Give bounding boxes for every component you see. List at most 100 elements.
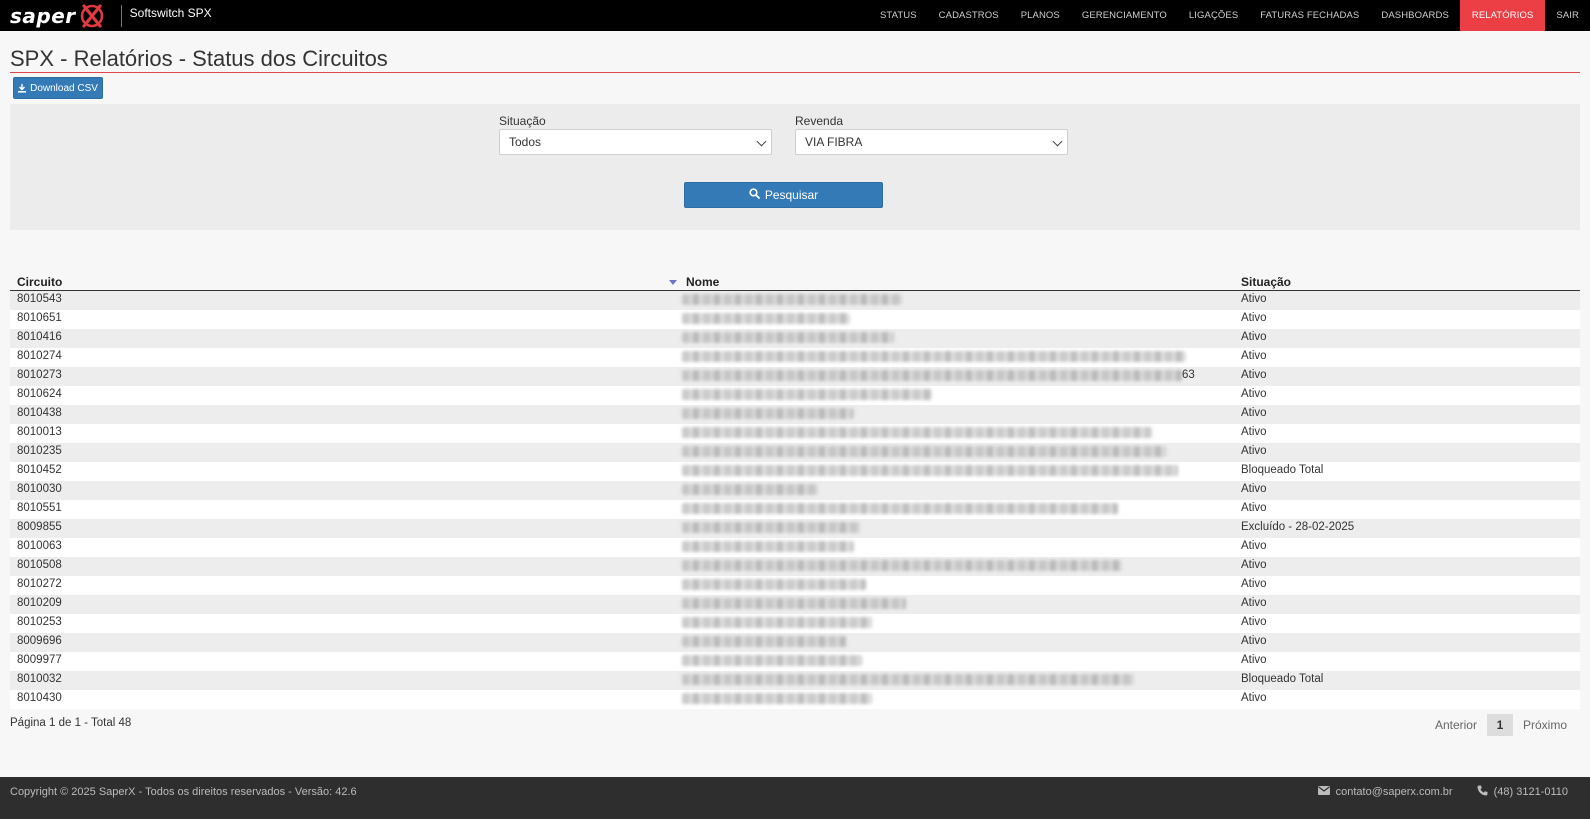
redacted-text <box>682 465 1178 476</box>
redacted-text <box>682 579 866 590</box>
cell-circuito: 8010013 <box>17 426 62 438</box>
nav-item-sair[interactable]: SAIR <box>1545 0 1590 31</box>
redacted-text <box>682 427 1152 438</box>
table-row[interactable]: 8010274 Ativo <box>10 348 1580 367</box>
nav-item-dashboards[interactable]: DASHBOARDS <box>1370 0 1460 31</box>
cell-nome-redacted <box>682 540 854 554</box>
nav-item-cadastros[interactable]: CADASTROS <box>928 0 1010 31</box>
table-row[interactable]: 8010235 Ativo <box>10 443 1580 462</box>
table-row[interactable]: 8010032 Bloqueado Total <box>10 671 1580 690</box>
cell-circuito: 8010624 <box>17 388 62 400</box>
cell-nome-redacted <box>682 426 1152 440</box>
logo-text: saper <box>10 3 76 28</box>
header-nome[interactable]: Nome <box>686 275 719 289</box>
cell-nome-redacted <box>682 616 872 630</box>
cell-situacao: Ativo <box>1241 540 1267 552</box>
footer-email[interactable]: contato@saperx.com.br <box>1336 786 1453 798</box>
table-row[interactable]: 8010508 Ativo <box>10 557 1580 576</box>
nav-item-planos[interactable]: PLANOS <box>1010 0 1071 31</box>
revenda-label: Revenda <box>795 114 844 128</box>
brand[interactable]: saper Softswitch SPX <box>0 0 212 31</box>
cell-circuito: 8010209 <box>17 597 62 609</box>
cell-circuito: 8009855 <box>17 521 62 533</box>
header-circuito[interactable]: Circuito <box>17 275 62 289</box>
copyright-text: Copyright © 2025 SaperX - Todos os direi… <box>10 786 357 798</box>
table-row[interactable]: 8010416 Ativo <box>10 329 1580 348</box>
redacted-text <box>682 484 818 495</box>
search-button[interactable]: Pesquisar <box>684 182 883 208</box>
cell-circuito: 8010274 <box>17 350 62 362</box>
nav-item-faturas-fechadas[interactable]: FATURAS FECHADAS <box>1249 0 1370 31</box>
table-row[interactable]: 8010273 63 Ativo <box>10 367 1580 386</box>
table-row[interactable]: 8010013 Ativo <box>10 424 1580 443</box>
cell-circuito: 8010543 <box>17 293 62 305</box>
cell-situacao: Ativo <box>1241 578 1267 590</box>
table-row[interactable]: 8010030 Ativo <box>10 481 1580 500</box>
cell-circuito: 8010030 <box>17 483 62 495</box>
redacted-text <box>682 313 850 324</box>
situacao-select[interactable]: Todos <box>499 129 772 155</box>
nav-item-status[interactable]: STATUS <box>869 0 928 31</box>
nav-item-gerenciamento[interactable]: GERENCIAMENTO <box>1071 0 1178 31</box>
pagination-page-current[interactable]: 1 <box>1486 714 1513 736</box>
cell-nome-redacted <box>682 483 818 497</box>
cell-situacao: Bloqueado Total <box>1241 464 1324 476</box>
header-situacao[interactable]: Situação <box>1241 275 1291 289</box>
pagination-next[interactable]: Próximo <box>1513 714 1577 736</box>
cell-circuito: 8010651 <box>17 312 62 324</box>
cell-situacao: Ativo <box>1241 445 1267 457</box>
cell-nome-redacted <box>682 559 1122 573</box>
title-divider <box>10 72 1580 73</box>
redacted-text <box>682 446 1166 457</box>
table-row[interactable]: 8010272 Ativo <box>10 576 1580 595</box>
table-row[interactable]: 8009977 Ativo <box>10 652 1580 671</box>
redacted-text <box>682 389 932 400</box>
cell-nome-redacted <box>682 502 1118 516</box>
footer-phone[interactable]: (48) 3121-0110 <box>1494 786 1568 798</box>
table-row[interactable]: 8010209 Ativo <box>10 595 1580 614</box>
cell-situacao: Ativo <box>1241 559 1267 571</box>
cell-situacao: Excluído - 28-02-2025 <box>1241 521 1355 533</box>
redacted-text <box>682 655 862 666</box>
table-header: Circuito Nome Situação <box>10 272 1580 291</box>
revenda-select[interactable]: VIA FIBRA <box>795 129 1068 155</box>
table-row[interactable]: 8010543 Ativo <box>10 291 1580 310</box>
pagination-prev[interactable]: Anterior <box>1425 714 1487 736</box>
cell-circuito: 8009977 <box>17 654 62 666</box>
cell-nome-redacted <box>682 464 1178 478</box>
cell-situacao: Ativo <box>1241 293 1267 305</box>
redacted-text <box>682 598 906 609</box>
cell-circuito: 8010273 <box>17 369 62 381</box>
cell-circuito: 8010032 <box>17 673 62 685</box>
cell-circuito: 8010430 <box>17 692 62 704</box>
cell-circuito: 8010272 <box>17 578 62 590</box>
cell-circuito: 8009696 <box>17 635 62 647</box>
cell-circuito: 8010551 <box>17 502 62 514</box>
redacted-text <box>682 503 1118 514</box>
table-row[interactable]: 8009696 Ativo <box>10 633 1580 652</box>
table-row[interactable]: 8010438 Ativo <box>10 405 1580 424</box>
cell-nome-redacted <box>682 388 932 402</box>
redacted-text <box>682 351 1186 362</box>
nav-item-relatórios[interactable]: RELATÓRIOS <box>1459 0 1546 31</box>
cell-nome-redacted <box>682 654 862 668</box>
search-icon <box>749 188 760 202</box>
table-row[interactable]: 8010551 Ativo <box>10 500 1580 519</box>
sort-desc-icon[interactable] <box>669 280 677 285</box>
table-row[interactable]: 8009855 Excluído - 28-02-2025 <box>10 519 1580 538</box>
table-row[interactable]: 8010624 Ativo <box>10 386 1580 405</box>
phone-icon <box>1477 785 1488 799</box>
table-row[interactable]: 8010430 Ativo <box>10 690 1580 709</box>
cell-situacao: Ativo <box>1241 483 1267 495</box>
redacted-text <box>682 541 854 552</box>
table-row[interactable]: 8010452 Bloqueado Total <box>10 462 1580 481</box>
download-csv-button[interactable]: Download CSV <box>13 77 103 99</box>
cell-nome-suffix: 63 <box>1182 369 1195 381</box>
table-row[interactable]: 8010063 Ativo <box>10 538 1580 557</box>
nav-item-ligações[interactable]: LIGAÇÕES <box>1178 0 1249 31</box>
table-row[interactable]: 8010651 Ativo <box>10 310 1580 329</box>
footer: Copyright © 2025 SaperX - Todos os direi… <box>0 777 1590 819</box>
cell-situacao: Ativo <box>1241 692 1267 704</box>
top-navbar: saper Softswitch SPX STATUS CADASTROS PLAN… <box>0 0 1590 31</box>
table-row[interactable]: 8010253 Ativo <box>10 614 1580 633</box>
